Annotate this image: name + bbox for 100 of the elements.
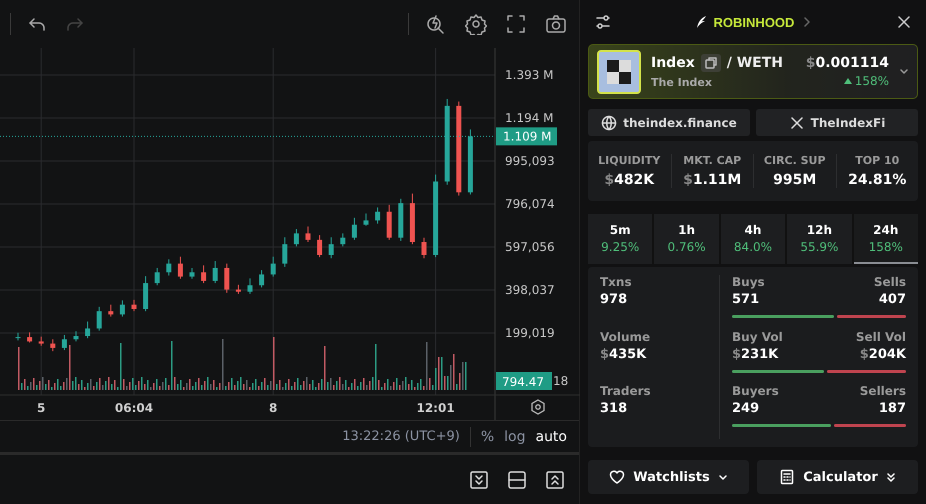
candlestick xyxy=(50,338,56,352)
metric-value: $435K xyxy=(600,346,648,362)
metric-value: 187 xyxy=(878,401,906,416)
heart-icon xyxy=(609,469,626,485)
period-tab[interactable]: 12h 55.9% xyxy=(787,214,852,264)
stat-label: CIRC. SUP xyxy=(764,154,826,167)
candlestick xyxy=(294,228,299,247)
stat-value: $482K xyxy=(604,172,654,188)
chain-link[interactable]: ROBINHOOD xyxy=(696,14,794,30)
calculator-button[interactable]: Calculator xyxy=(757,460,918,494)
stat-value: $1.11M xyxy=(683,172,742,188)
metric-label: Buy Vol xyxy=(732,330,783,344)
metric-label: Buyers xyxy=(732,384,779,398)
metric-label: Volume xyxy=(600,330,652,344)
metric-label: Txns xyxy=(600,275,633,289)
scale-toggle[interactable]: % xyxy=(480,428,494,444)
axis-label: 796,074 xyxy=(505,196,555,211)
price-change: 158% xyxy=(844,74,889,88)
ref-line-label: 1.109 M xyxy=(503,129,552,144)
watchlists-button[interactable]: Watchlists xyxy=(588,460,749,494)
metric-value: 978 xyxy=(600,292,628,307)
token-symbol: Index xyxy=(651,55,695,71)
candlestick xyxy=(154,267,160,286)
metric-value: 318 xyxy=(600,401,628,416)
candlestick xyxy=(364,213,368,226)
calculator-icon xyxy=(779,469,796,485)
candlestick xyxy=(166,258,172,276)
candlestick xyxy=(340,232,346,247)
candlestick xyxy=(375,206,380,224)
social-link[interactable]: theindex.finance xyxy=(588,109,750,136)
axis-label: 398,037 xyxy=(505,282,555,297)
collapse-button[interactable] xyxy=(469,470,489,490)
candlestick xyxy=(386,204,392,240)
candlestick xyxy=(224,263,230,294)
globe-icon xyxy=(601,114,618,130)
candlestick xyxy=(143,276,148,312)
period-tab[interactable]: 4h 84.0% xyxy=(720,214,786,264)
metric-label: Sell Vol xyxy=(856,330,906,344)
candlestick xyxy=(410,193,415,245)
candlestick xyxy=(317,234,322,258)
candlestick xyxy=(120,300,125,318)
feather-icon xyxy=(696,15,708,29)
candlestick xyxy=(270,256,276,278)
candlestick xyxy=(27,332,32,343)
stat-value: 995M xyxy=(773,172,816,188)
candlestick xyxy=(62,334,67,351)
axis-label: 12:01 xyxy=(416,401,455,415)
candlestick xyxy=(85,321,90,339)
axis-label: 597,056 xyxy=(505,240,555,254)
metric-value: 249 xyxy=(732,401,760,416)
stat-label: TOP 10 xyxy=(855,154,900,167)
split-button[interactable] xyxy=(507,470,527,490)
chevron-down-icon xyxy=(718,472,728,482)
axis-label: 18 xyxy=(553,374,568,388)
period-tab[interactable]: 5m 9.25% xyxy=(588,214,652,264)
candlestick xyxy=(132,299,136,312)
axis-label: 995,093 xyxy=(505,154,555,168)
candlestick xyxy=(328,236,334,259)
stat-label: MKT. CAP xyxy=(683,154,742,167)
axis-label: 199,019 xyxy=(505,326,555,340)
filter-button[interactable] xyxy=(594,13,612,31)
social-link[interactable]: TheIndexFi xyxy=(756,109,918,136)
axis-settings-icon[interactable] xyxy=(531,399,545,415)
stat-value: 24.81% xyxy=(848,172,906,188)
expand-button[interactable] xyxy=(545,470,565,490)
price-badge: 1.109 M xyxy=(496,127,557,146)
close-button[interactable] xyxy=(896,14,912,30)
metric-value: 407 xyxy=(878,292,906,307)
volume-badge: 794.47 xyxy=(496,372,552,390)
timestamp: 13:22:26 (UTC+9) xyxy=(342,429,460,444)
candlestick xyxy=(74,330,78,342)
candlestick xyxy=(212,260,218,284)
candlestick xyxy=(248,278,252,294)
metric-label: Buys xyxy=(732,275,765,289)
scale-toggle[interactable]: auto xyxy=(535,428,567,444)
token-price: $0.001114 xyxy=(806,55,889,71)
axis-label: 5 xyxy=(37,401,46,415)
metric-label: Sellers xyxy=(860,384,906,398)
double-chevron-icon xyxy=(886,472,896,482)
candlestick xyxy=(306,226,310,243)
up-triangle-icon xyxy=(844,78,852,84)
metric-label: Sells xyxy=(874,275,906,289)
metric-value: $231K xyxy=(732,346,780,362)
candlestick xyxy=(190,267,194,280)
candlestick xyxy=(468,128,473,195)
scale-toggle[interactable]: log xyxy=(504,428,526,444)
axis-label: 8 xyxy=(269,401,278,415)
period-tab[interactable]: 1h 0.76% xyxy=(654,214,719,264)
quote-symbol: / WETH xyxy=(726,55,783,71)
dropdown-icon xyxy=(899,66,909,76)
candlestick xyxy=(38,336,44,346)
candlestick xyxy=(259,270,264,288)
metric-value: 571 xyxy=(732,292,760,307)
period-tab[interactable]: 24h 158% xyxy=(854,214,918,264)
metric-label: Traders xyxy=(600,384,652,398)
stat-label: LIQUIDITY xyxy=(598,154,660,167)
candlestick xyxy=(398,198,404,242)
candlestick xyxy=(282,236,288,268)
candlestick xyxy=(236,284,241,294)
copy-button[interactable] xyxy=(700,54,721,72)
